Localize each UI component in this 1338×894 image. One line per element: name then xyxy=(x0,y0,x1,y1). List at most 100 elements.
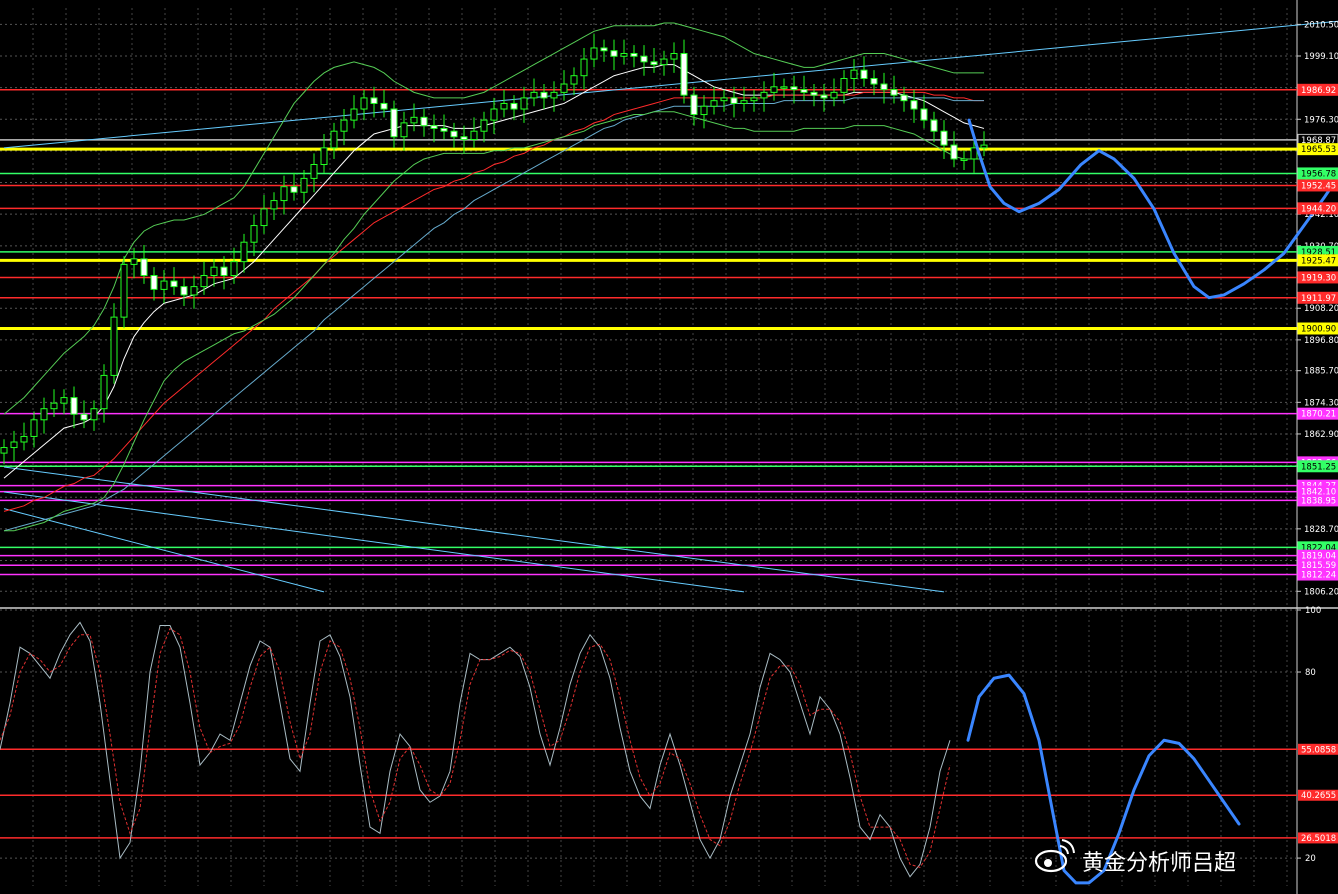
candle-body xyxy=(320,147,328,166)
osc-level-tag-label: 55.0858 xyxy=(1301,745,1336,755)
osc-level-tag-label: 40.2655 xyxy=(1301,791,1336,801)
candle-body xyxy=(590,47,598,60)
price-tick-label: 2010.50 xyxy=(1304,20,1338,30)
candle-body xyxy=(190,286,198,296)
price-level-tag-label: 1838.95 xyxy=(1301,496,1336,506)
candle-body xyxy=(420,116,428,127)
candle-body xyxy=(820,94,828,99)
price-tick-label: 1862.90 xyxy=(1304,430,1338,440)
candle-body xyxy=(100,374,108,410)
candle-body xyxy=(710,100,718,107)
candle-body xyxy=(460,136,468,141)
candle-body xyxy=(770,86,778,93)
candle-body xyxy=(490,108,498,121)
candle-body xyxy=(620,53,628,57)
price-tick-label: 1999.10 xyxy=(1304,52,1338,62)
candle-body xyxy=(690,94,698,116)
watermark-text: 黄金分析师吕超 xyxy=(1082,851,1236,876)
candle-body xyxy=(870,77,878,85)
candle-body xyxy=(120,263,128,318)
candle-body xyxy=(140,258,148,277)
chart-background xyxy=(0,0,1338,894)
candle-body xyxy=(300,177,308,193)
candle-body xyxy=(220,266,228,277)
candle-body xyxy=(850,69,858,79)
candle-body xyxy=(570,75,578,85)
candle-body xyxy=(150,275,158,290)
candle-body xyxy=(180,286,188,296)
price-level-tag-label: 1965.53 xyxy=(1301,145,1336,155)
candle-body xyxy=(80,413,88,421)
price-level-tag-label: 1944.20 xyxy=(1301,204,1336,214)
candle-body xyxy=(910,100,918,110)
candle-body xyxy=(550,91,558,99)
candle-body xyxy=(240,241,248,263)
candle-body xyxy=(660,58,668,66)
osc-tick-label: 100 xyxy=(1305,606,1321,616)
osc-tick-label: 80 xyxy=(1305,668,1316,678)
candle-body xyxy=(750,97,758,102)
candle-body xyxy=(630,53,638,57)
candle-body xyxy=(950,144,958,160)
price-level-tag-label: 1812.24 xyxy=(1301,571,1336,581)
candle-body xyxy=(800,89,808,93)
chart-stage: 2010.501999.101987.701976.301964.901953.… xyxy=(0,0,1338,894)
candle-body xyxy=(170,280,178,288)
candle-body xyxy=(230,261,238,277)
candle-body xyxy=(10,441,18,449)
candle-body xyxy=(400,122,408,138)
price-level-tag-label: 1870.21 xyxy=(1301,410,1336,420)
candle-body xyxy=(330,130,338,149)
price-level-tag-label: 1851.25 xyxy=(1301,462,1336,472)
candle-body xyxy=(410,116,418,124)
candle-body xyxy=(130,258,138,265)
candle-body xyxy=(700,105,708,116)
candle-body xyxy=(0,447,8,454)
candle-body xyxy=(470,130,478,141)
candle-body xyxy=(920,108,928,121)
candle-body xyxy=(930,119,938,132)
candle-body xyxy=(680,53,688,96)
candle-body xyxy=(880,83,888,91)
candle-body xyxy=(600,47,608,52)
price-level-tag-label: 1919.30 xyxy=(1301,273,1336,283)
price-level-tag-label: 1956.78 xyxy=(1301,169,1336,179)
candle-body xyxy=(40,408,48,421)
candle-body xyxy=(200,275,208,288)
price-level-tag-label: 1900.90 xyxy=(1301,325,1336,335)
candle-body xyxy=(290,186,298,193)
candle-body xyxy=(810,91,818,96)
candle-body xyxy=(940,130,948,146)
candle-body xyxy=(890,89,898,96)
candle-body xyxy=(860,69,868,79)
candle-body xyxy=(310,164,318,179)
candle-body xyxy=(580,58,588,77)
candle-body xyxy=(830,91,838,99)
candle-body xyxy=(210,266,218,277)
price-level-tag-label: 1986.92 xyxy=(1301,86,1336,96)
candle-body xyxy=(20,435,28,443)
candle-body xyxy=(110,316,118,376)
price-level-tag-label: 1952.45 xyxy=(1301,181,1336,191)
candle-body xyxy=(740,100,748,104)
candle-body xyxy=(790,86,798,91)
candle-body xyxy=(250,225,258,243)
candle-body xyxy=(160,280,168,290)
candle-body xyxy=(380,102,388,110)
osc-tick-label: 20 xyxy=(1305,854,1316,864)
candle-body xyxy=(650,61,658,66)
price-tick-label: 1828.70 xyxy=(1304,525,1338,535)
price-level-tag-label: 1925.47 xyxy=(1301,256,1336,266)
price-tick-label: 1908.20 xyxy=(1304,304,1338,314)
candle-body xyxy=(980,144,988,149)
candle-body xyxy=(360,97,368,110)
candle-body xyxy=(370,97,378,104)
candle-body xyxy=(90,408,98,421)
candle-body xyxy=(440,127,448,132)
candle-body xyxy=(610,50,618,57)
candle-body xyxy=(340,119,348,132)
candle-body xyxy=(720,97,728,102)
candle-body xyxy=(270,200,278,210)
candle-body xyxy=(530,91,538,99)
candle-body xyxy=(970,147,978,160)
